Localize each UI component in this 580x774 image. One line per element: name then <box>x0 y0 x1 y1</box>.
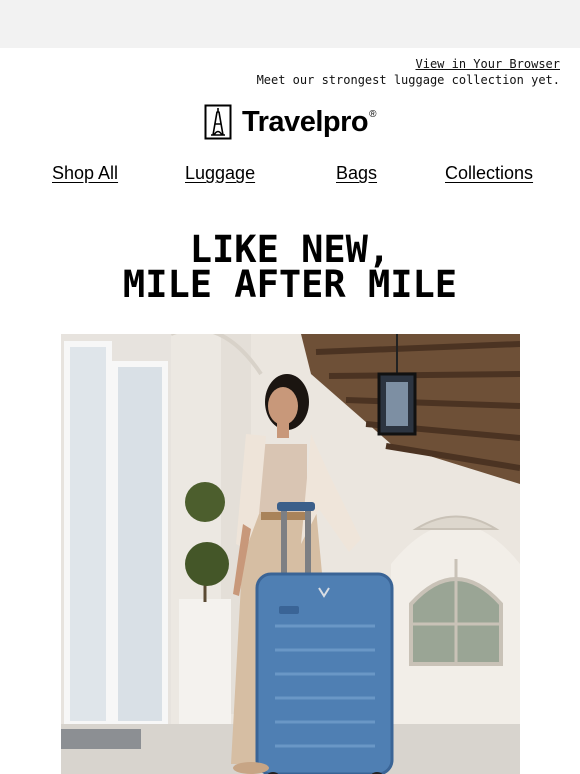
primary-nav: Shop All Luggage Bags Collections <box>0 163 580 185</box>
headline-line-1: LIKE NEW, <box>189 228 391 271</box>
brand-logo[interactable]: Travelpro® <box>0 104 580 140</box>
nav-collections[interactable]: Collections <box>445 163 533 184</box>
eiffel-tower-icon <box>204 104 232 140</box>
view-in-browser-link[interactable]: View in Your Browser <box>416 57 561 71</box>
preheader-tagline: Meet our strongest luggage collection ye… <box>256 73 560 87</box>
nav-luggage[interactable]: Luggage <box>185 163 255 184</box>
nav-bags[interactable]: Bags <box>336 163 377 184</box>
hero-image[interactable] <box>61 334 520 774</box>
top-margin-band <box>0 0 580 48</box>
preheader: View in Your Browser Meet our strongest … <box>257 56 560 88</box>
headline-line-2: MILE AFTER MILE <box>122 263 458 306</box>
email-body: View in Your Browser Meet our strongest … <box>0 48 580 774</box>
hero-headline: LIKE NEW, MILE AFTER MILE <box>0 228 580 306</box>
nav-shop-all[interactable]: Shop All <box>52 163 118 184</box>
brand-wordmark: Travelpro® <box>242 105 376 138</box>
hero-photo-woman-with-suitcase <box>61 334 520 774</box>
